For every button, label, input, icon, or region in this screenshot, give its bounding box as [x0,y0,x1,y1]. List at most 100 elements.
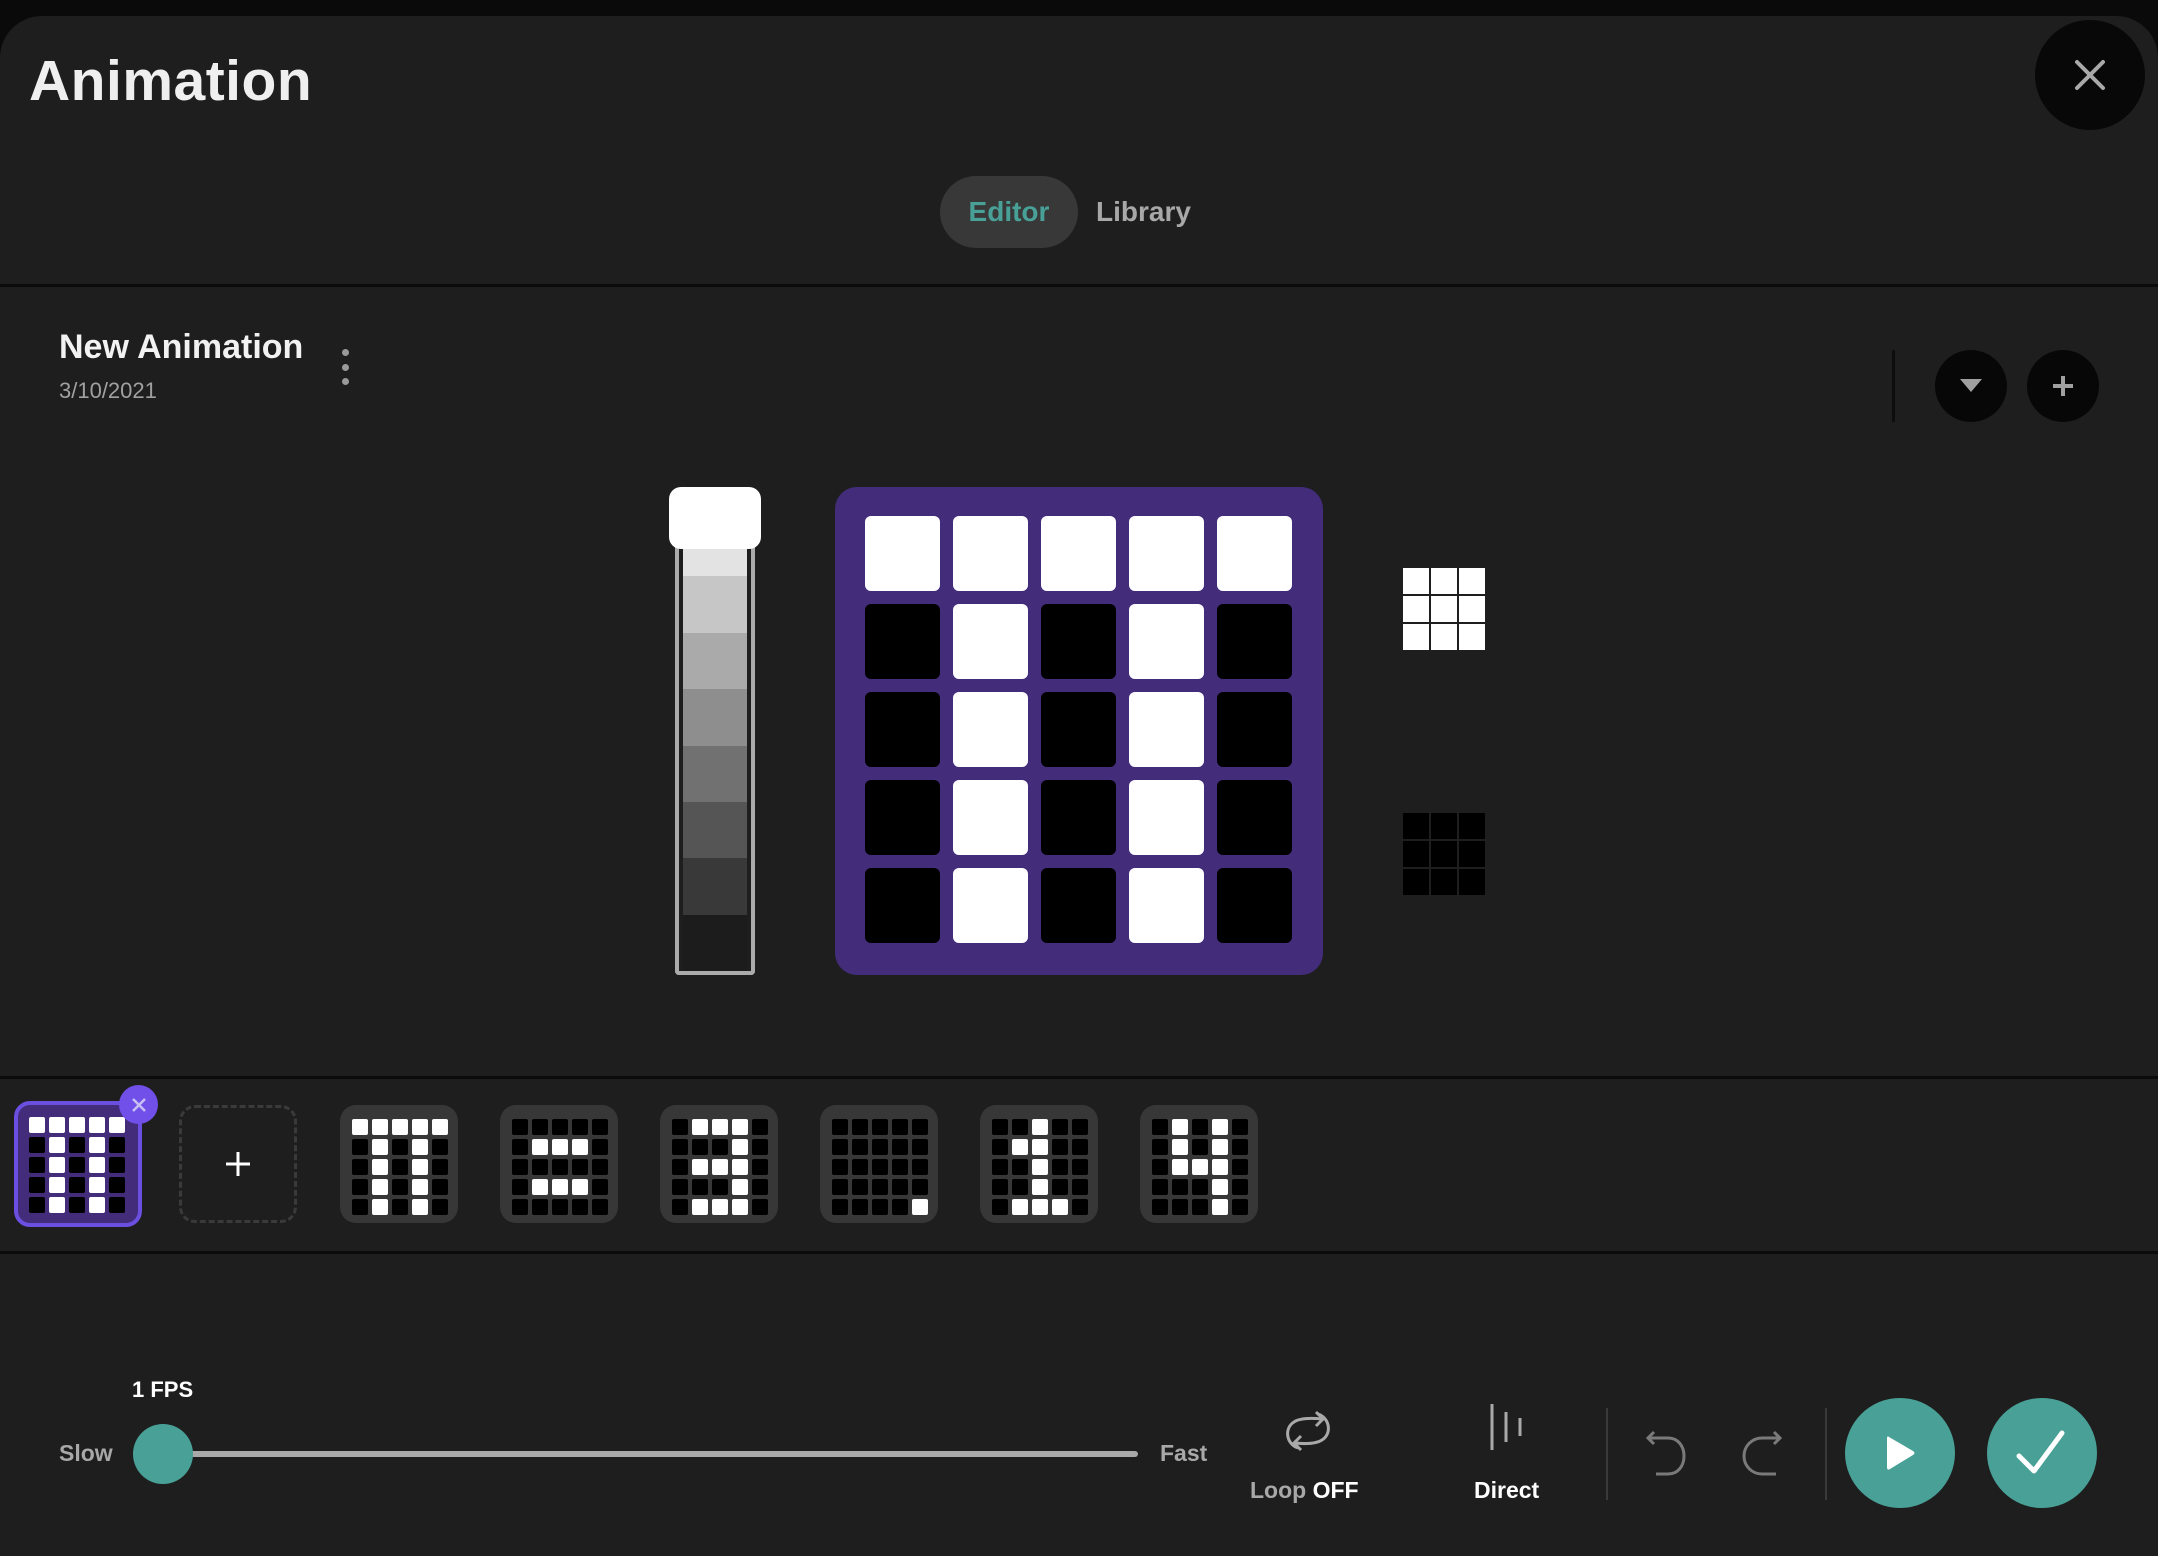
delete-frame-button[interactable] [119,1085,158,1124]
frames-top-divider [0,1076,2158,1079]
brightness-level[interactable] [683,914,747,971]
brightness-level[interactable] [683,576,747,633]
frame-thumbnail[interactable] [820,1105,938,1223]
loop-toggle[interactable]: Loop OFF [1240,1400,1372,1510]
frame-pixel [49,1157,65,1173]
fill-all-on-button[interactable] [1403,568,1485,650]
led-cell[interactable] [1041,692,1116,767]
frame-pixel [1172,1159,1188,1175]
led-cell[interactable] [1129,604,1204,679]
animation-name[interactable]: New Animation [59,328,303,367]
led-cell[interactable] [1129,692,1204,767]
frame-thumbnail[interactable] [14,1101,142,1227]
led-cell[interactable] [1129,780,1204,855]
frame-pixel [1032,1199,1048,1215]
led-cell[interactable] [953,516,1028,591]
more-options-button[interactable] [334,349,356,385]
undo-button[interactable] [1640,1420,1704,1484]
fill-on-icon-square [1403,624,1429,650]
frame-pixel [1152,1159,1168,1175]
frame-pixel [572,1139,588,1155]
frame-pixel [712,1159,728,1175]
frame-pixel [592,1179,608,1195]
frame-pixel [552,1199,568,1215]
frame-pixel [1232,1159,1248,1175]
frame-pixel [852,1119,868,1135]
led-cell[interactable] [865,780,940,855]
brightness-level[interactable] [683,858,747,915]
led-cell[interactable] [865,868,940,943]
led-cell[interactable] [1041,516,1116,591]
frame-pixel [1172,1119,1188,1135]
led-cell[interactable] [1129,868,1204,943]
redo-icon [1742,1430,1783,1476]
loop-state: OFF [1312,1477,1359,1503]
led-cell[interactable] [953,692,1028,767]
frame-pixel [1172,1139,1188,1155]
led-cell[interactable] [865,516,940,591]
brightness-level[interactable] [683,632,747,690]
led-cell[interactable] [953,604,1028,679]
led-cell[interactable] [1041,604,1116,679]
led-cell[interactable] [1217,692,1292,767]
confirm-button[interactable] [1987,1398,2097,1508]
frame-pixel [912,1139,928,1155]
frame-pixel [852,1139,868,1155]
led-cell[interactable] [953,868,1028,943]
led-cell[interactable] [1217,516,1292,591]
frame-pixel [832,1199,848,1215]
frame-thumbnail[interactable] [1140,1105,1258,1223]
tab-library[interactable]: Library [1086,176,1201,248]
direction-toggle[interactable]: Direct [1456,1400,1556,1510]
led-cell[interactable] [1041,868,1116,943]
led-cell[interactable] [865,604,940,679]
brightness-level[interactable] [683,689,747,746]
speed-slider-track[interactable] [160,1451,1138,1457]
speed-slider-handle[interactable] [133,1424,193,1484]
frame-thumbnail[interactable] [980,1105,1098,1223]
led-cell[interactable] [1217,780,1292,855]
led-cell[interactable] [1129,516,1204,591]
close-icon [131,1097,146,1112]
frame-pixel [572,1179,588,1195]
frame-pixel [572,1119,588,1135]
brightness-level[interactable] [683,801,747,859]
frame-thumbnail[interactable] [660,1105,778,1223]
frame-pixel [832,1179,848,1195]
frame-thumbnail[interactable] [340,1105,458,1223]
frame-pixel [712,1179,728,1195]
frame-pixel [432,1139,448,1155]
led-cell[interactable] [1217,868,1292,943]
frame-pixel [1152,1139,1168,1155]
header-divider [0,284,2158,287]
add-frame-button[interactable] [179,1105,297,1223]
play-button[interactable] [1845,1398,1955,1508]
frame-pixel [1052,1199,1068,1215]
redo-button[interactable] [1730,1420,1794,1484]
frame-pixel [1212,1199,1228,1215]
frame-thumbnail[interactable] [500,1105,618,1223]
brightness-handle[interactable] [669,487,761,549]
led-cell[interactable] [1217,604,1292,679]
add-animation-button[interactable] [2027,350,2099,422]
frame-pixel [1072,1199,1088,1215]
fill-off-icon-square [1403,869,1429,895]
led-cell[interactable] [1041,780,1116,855]
dot [341,363,349,371]
led-cell[interactable] [953,780,1028,855]
frame-pixel [1072,1179,1088,1195]
frame-pixel [49,1117,65,1133]
frame-pixel [412,1139,428,1155]
frame-pixel [752,1139,768,1155]
led-cell[interactable] [865,692,940,767]
frame-pixel [29,1117,45,1133]
brightness-slider[interactable] [675,520,755,975]
controls-separator [1825,1408,1827,1500]
tab-editor[interactable]: Editor [940,176,1078,248]
frame-pixel [392,1159,408,1175]
brightness-level[interactable] [683,745,747,802]
dropdown-button[interactable] [1935,350,2007,422]
close-button[interactable] [2035,20,2145,130]
frame-pixel [109,1157,125,1173]
fill-all-off-button[interactable] [1403,813,1485,895]
